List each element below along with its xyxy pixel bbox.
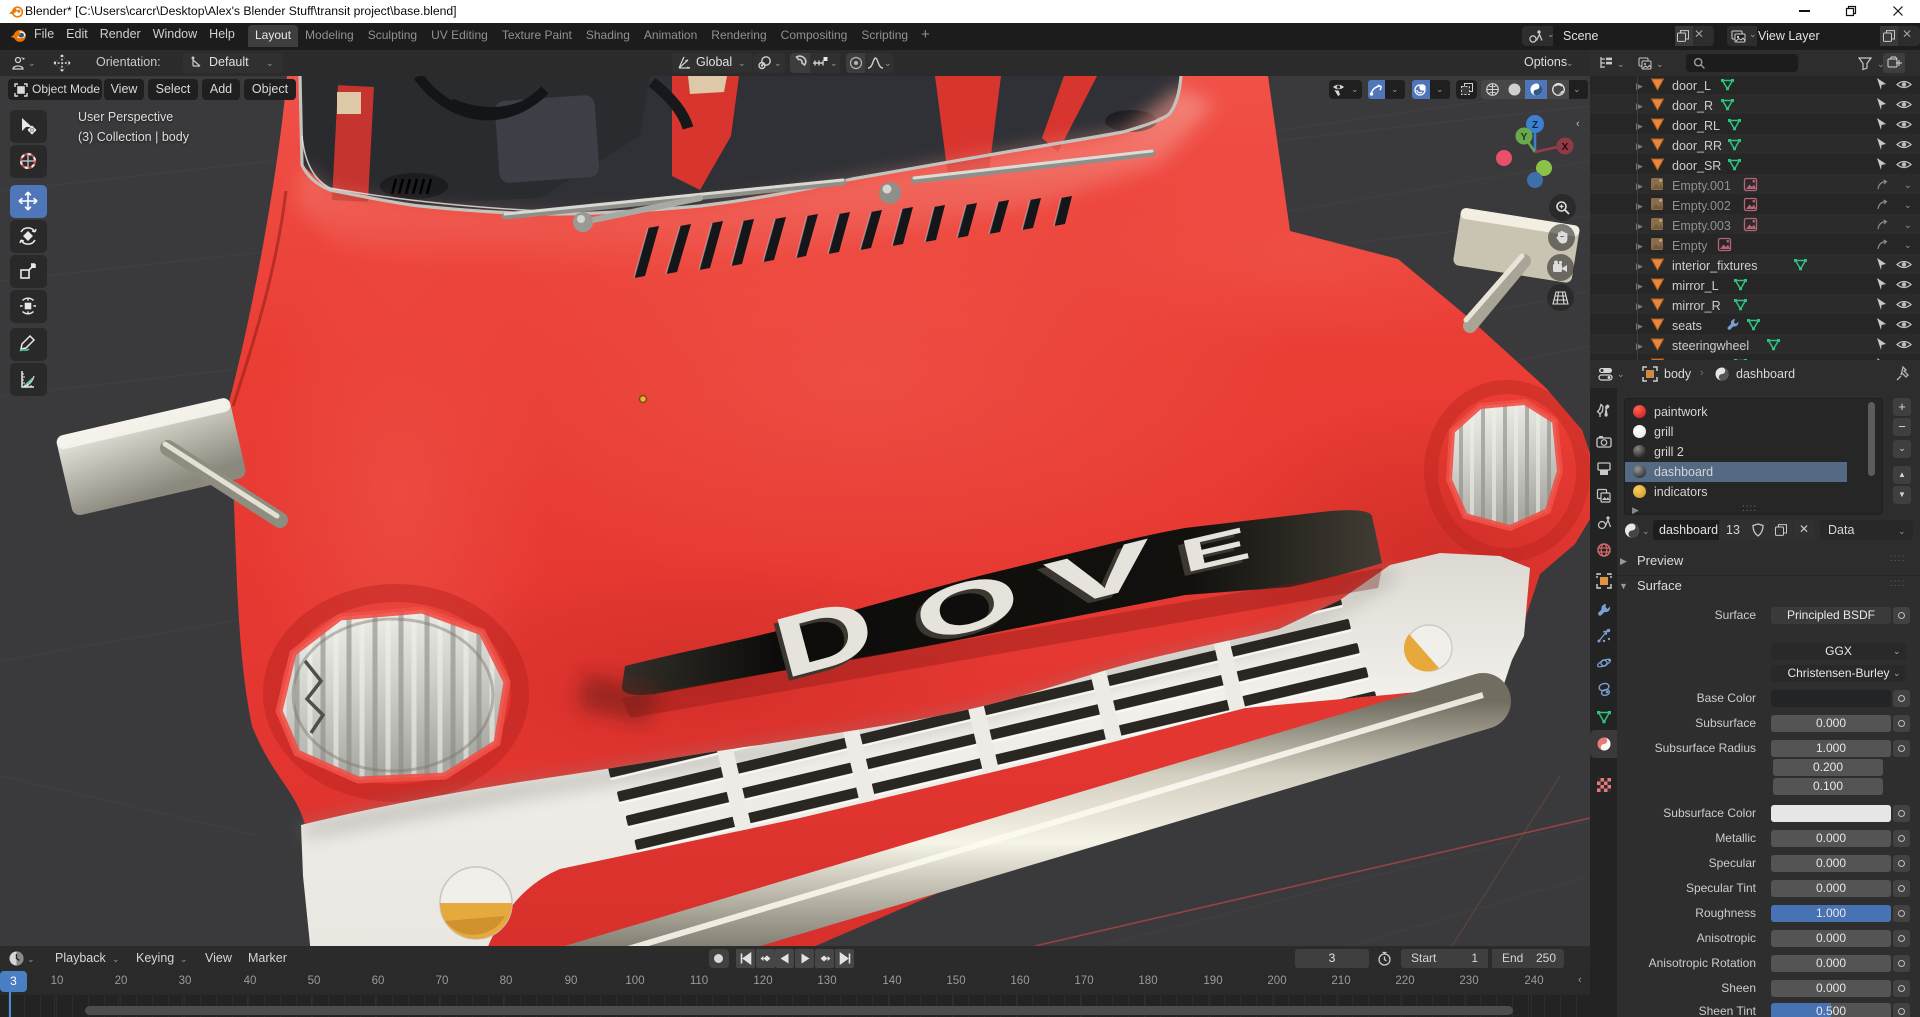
svg-text:Z: Z xyxy=(1532,120,1538,131)
svg-text:X: X xyxy=(1562,142,1569,153)
svg-text:Y: Y xyxy=(1521,132,1528,143)
